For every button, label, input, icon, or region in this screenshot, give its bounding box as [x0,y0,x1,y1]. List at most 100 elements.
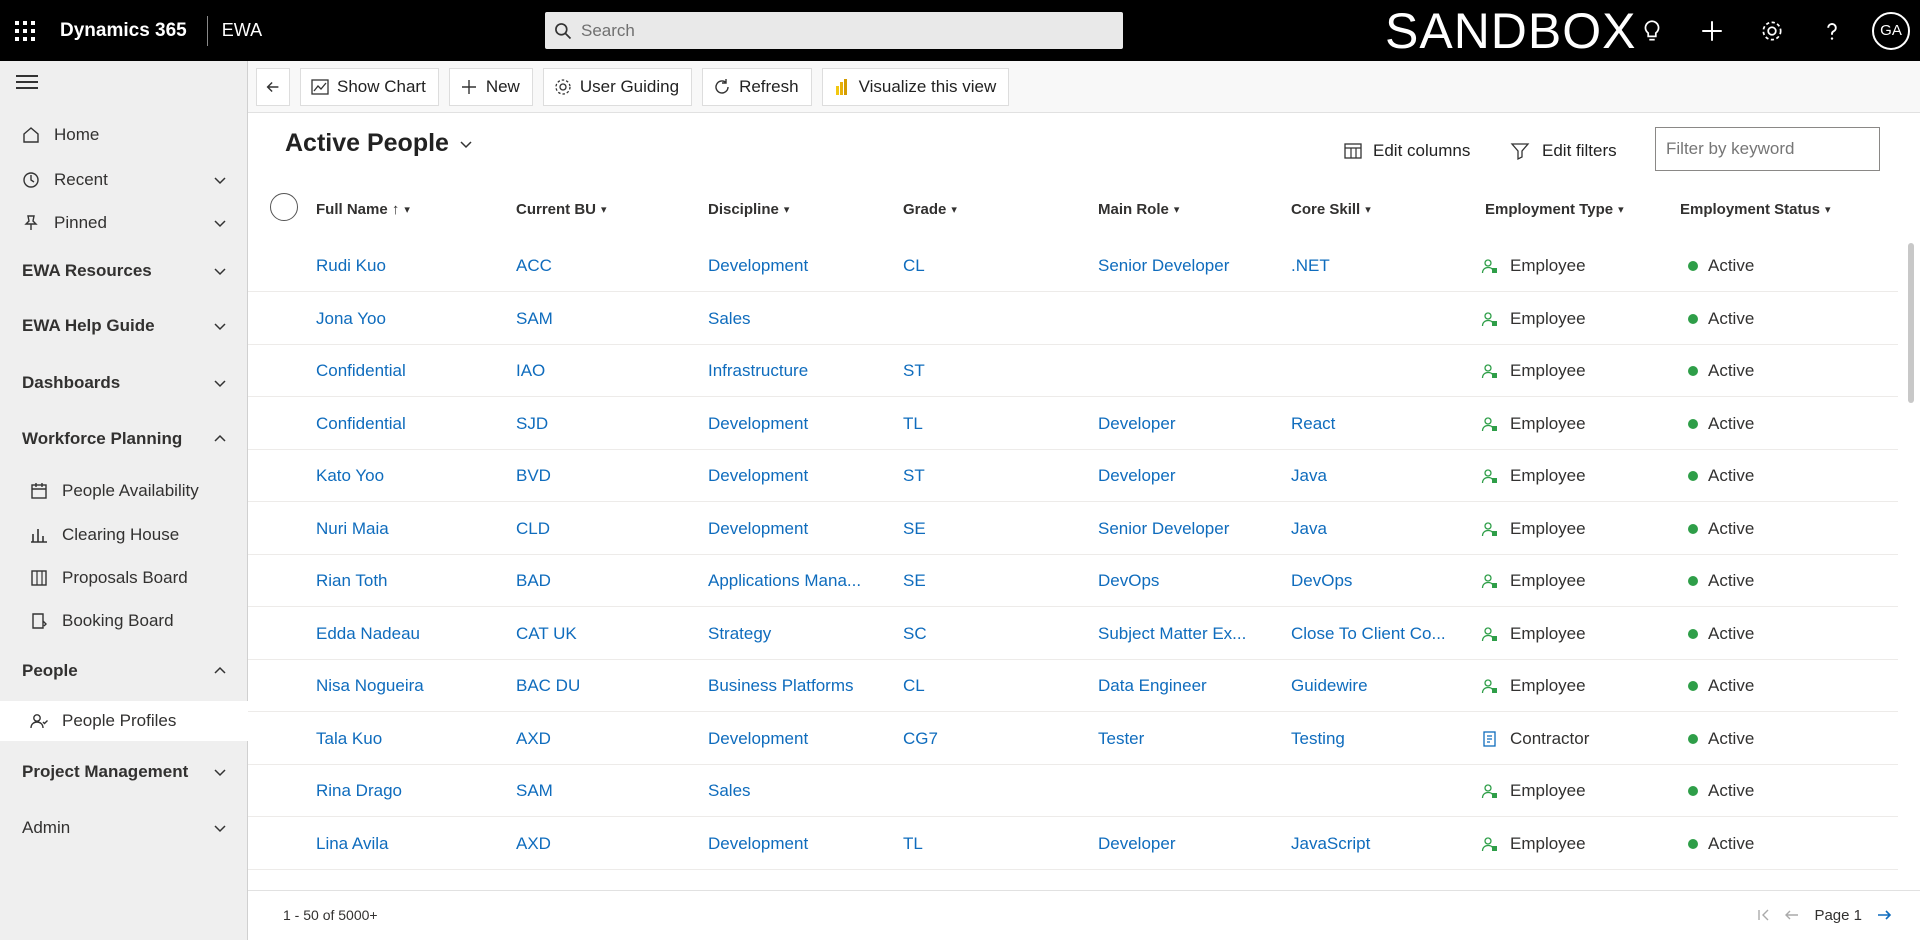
table-row[interactable]: Rudi Kuo ACC Development CL Senior Developer… [248,240,1898,292]
table-row[interactable]: Nisa Nogueira BAC DU Business Platforms CL D… [248,660,1898,712]
cell-skill[interactable]: Close To Client Co... [1291,624,1446,644]
chevron-down-icon[interactable] [205,208,235,238]
cell-name[interactable]: Tala Kuo [316,729,382,749]
column-header-full-name[interactable]: Full Name ↑ ▾ [316,195,410,223]
cell-bu[interactable]: BVD [516,466,551,486]
cell-discipline[interactable]: Development [708,256,808,276]
edit-columns-button[interactable]: Edit columns [1343,133,1470,169]
cell-skill[interactable]: Testing [1291,729,1345,749]
cell-name[interactable]: Edda Nadeau [316,624,420,644]
user-avatar[interactable]: GA [1872,11,1910,50]
global-search[interactable] [545,12,1123,49]
cell-grade[interactable]: TL [903,414,923,434]
plus-icon[interactable] [1682,0,1742,61]
cell-bu[interactable]: SAM [516,309,553,329]
user-guiding-button[interactable]: User Guiding [542,67,693,106]
cell-grade[interactable]: SE [903,571,926,591]
cell-bu[interactable]: SJD [516,414,548,434]
show-chart-button[interactable]: Show Chart [300,67,439,106]
cell-name[interactable]: Confidential [316,414,406,434]
visualize-view-button[interactable]: Visualize this view [821,67,1010,106]
cell-role[interactable]: Tester [1098,729,1144,749]
cell-discipline[interactable]: Sales [708,781,751,801]
select-all-checkbox[interactable] [270,193,298,221]
table-row[interactable]: Edda Nadeau CAT UK Strategy SC Subject Matte… [248,608,1898,660]
cell-role[interactable]: DevOps [1098,571,1159,591]
table-row[interactable]: Lina Avila AXD Development TL Developer JavaS… [248,818,1898,870]
cell-grade[interactable]: SE [903,519,926,539]
gear-icon[interactable] [1742,0,1802,61]
cell-role[interactable]: Developer [1098,414,1176,434]
search-input[interactable] [581,20,1101,41]
view-selector[interactable]: Active People [285,129,475,158]
cell-bu[interactable]: ACC [516,256,552,276]
cell-skill[interactable]: Java [1291,466,1327,486]
cell-discipline[interactable]: Infrastructure [708,361,808,381]
cell-grade[interactable]: SC [903,624,927,644]
lightbulb-icon[interactable] [1622,0,1682,61]
table-row[interactable]: Jona Yoo SAM Sales Employee Active [248,293,1898,345]
chevron-down-icon[interactable] [205,813,235,843]
next-page-icon[interactable] [1870,901,1898,929]
chevron-down-icon[interactable] [205,165,235,195]
cell-grade[interactable]: ST [903,361,925,381]
cell-skill[interactable]: DevOps [1291,571,1352,591]
cell-name[interactable]: Rina Drago [316,781,402,801]
chevron-up-icon[interactable] [205,656,235,686]
cell-grade[interactable]: CG7 [903,729,938,749]
app-launcher-icon[interactable] [0,0,50,61]
cell-name[interactable]: Rudi Kuo [316,256,386,276]
sidebar-item-people-availability[interactable]: People Availability [0,471,248,511]
table-row[interactable]: Tala Kuo AXD Development CG7 Tester Testing Co… [248,713,1898,765]
new-button[interactable]: New [448,67,533,106]
cell-discipline[interactable]: Strategy [708,624,771,644]
cell-discipline[interactable]: Sales [708,309,751,329]
table-row[interactable]: Confidential SJD Development TL Developer Rea… [248,398,1898,450]
table-row[interactable]: Rian Toth BAD Applications Mana... SE DevOps… [248,555,1898,607]
column-header-discipline[interactable]: Discipline ▾ [708,195,789,223]
back-button[interactable] [256,67,290,106]
first-page-icon[interactable] [1750,901,1778,929]
chevron-down-icon[interactable] [205,256,235,286]
cell-bu[interactable]: BAD [516,571,551,591]
chevron-down-icon[interactable] [205,368,235,398]
cell-role[interactable]: Subject Matter Ex... [1098,624,1246,644]
cell-discipline[interactable]: Development [708,519,808,539]
cell-role[interactable]: Senior Developer [1098,256,1229,276]
table-row[interactable]: Confidential IAO Infrastructure ST Employee A… [248,345,1898,397]
column-header-core-skill[interactable]: Core Skill ▾ [1291,195,1371,223]
cell-name[interactable]: Rian Toth [316,571,388,591]
sidebar-item-booking-board[interactable]: Booking Board [0,601,248,641]
cell-discipline[interactable]: Business Platforms [708,676,854,696]
edit-filters-button[interactable]: Edit filters [1510,133,1617,169]
sidebar-item-home[interactable]: Home [0,115,248,155]
cell-discipline[interactable]: Development [708,466,808,486]
cell-name[interactable]: Nisa Nogueira [316,676,424,696]
chevron-down-icon[interactable] [205,311,235,341]
table-row[interactable]: Rina Drago SAM Sales Employee Active [248,765,1898,817]
app-name[interactable]: EWA [216,20,268,41]
help-icon[interactable] [1802,0,1862,61]
cell-name[interactable]: Confidential [316,361,406,381]
cell-grade[interactable]: CL [903,676,925,696]
hamburger-menu-icon[interactable] [16,75,38,91]
cell-role[interactable]: Developer [1098,834,1176,854]
cell-bu[interactable]: IAO [516,361,545,381]
cell-skill[interactable]: .NET [1291,256,1330,276]
sidebar-item-clearing-house[interactable]: Clearing House [0,515,248,555]
cell-name[interactable]: Jona Yoo [316,309,386,329]
cell-skill[interactable]: React [1291,414,1335,434]
column-header-current-bu[interactable]: Current BU ▾ [516,195,607,223]
cell-discipline[interactable]: Development [708,834,808,854]
table-row[interactable]: Nuri Maia CLD Development SE Senior Develope… [248,503,1898,555]
cell-role[interactable]: Data Engineer [1098,676,1207,696]
cell-bu[interactable]: CAT UK [516,624,577,644]
cell-skill[interactable]: Guidewire [1291,676,1368,696]
cell-role[interactable]: Developer [1098,466,1176,486]
cell-bu[interactable]: CLD [516,519,550,539]
cell-grade[interactable]: CL [903,256,925,276]
sidebar-item-people-profiles[interactable]: People Profiles [0,701,248,741]
cell-discipline[interactable]: Development [708,729,808,749]
cell-grade[interactable]: TL [903,834,923,854]
refresh-button[interactable]: Refresh [702,67,812,106]
